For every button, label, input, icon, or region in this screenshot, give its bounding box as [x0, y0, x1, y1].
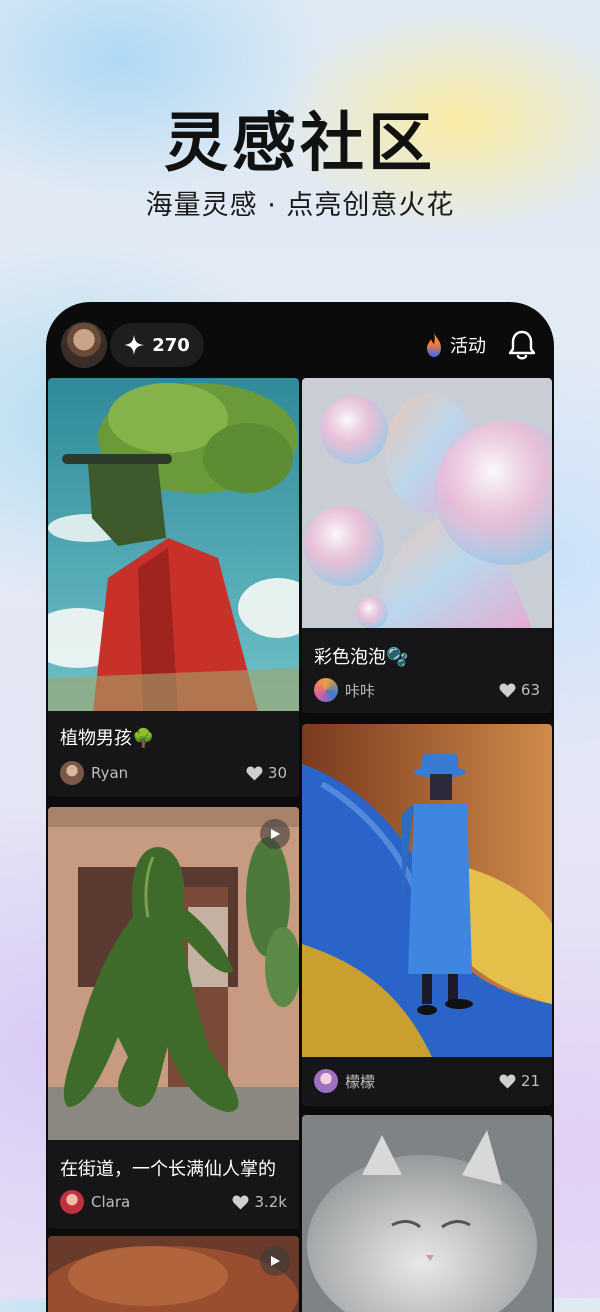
credits-count: 270 [152, 334, 190, 356]
feed-card-blue-man[interactable]: 檬檬 21 [302, 724, 552, 1106]
play-icon [271, 829, 280, 839]
card-image [302, 378, 552, 628]
activity-button[interactable]: 活动 [424, 329, 486, 361]
top-bar: 270 活动 [46, 302, 554, 378]
heart-icon [499, 1074, 516, 1088]
heart-icon [499, 683, 516, 697]
author-name: Ryan [91, 764, 129, 782]
card-title: 植物男孩🌳 [60, 728, 155, 749]
play-icon [271, 1256, 280, 1266]
hero-subtitle: 海量灵感 · 点亮创意火花 [145, 190, 455, 221]
flame-icon [427, 333, 441, 357]
card-image [48, 1236, 299, 1312]
author-avatar [314, 678, 338, 702]
app-screen: 270 活动 植物男孩🌳 Ryan 30 彩色泡泡🫧 咔咔 63 在街道，一个长… [46, 302, 554, 1312]
heart-icon [246, 766, 263, 780]
feed-card-partial[interactable] [48, 1236, 299, 1312]
feed-card-plant-boy[interactable]: 植物男孩🌳 Ryan 30 [48, 378, 299, 797]
author-avatar [60, 1190, 84, 1214]
feed-card-cactus[interactable]: 在街道，一个长满仙人掌的 Clara 3.2k [48, 807, 299, 1229]
user-avatar[interactable] [61, 322, 107, 368]
card-author[interactable]: Ryan [60, 760, 128, 786]
author-name: 檬檬 [345, 1072, 376, 1091]
video-indicator [260, 1246, 290, 1276]
heart-icon [232, 1195, 249, 1209]
like-count: 30 [267, 764, 287, 782]
sparkle-icon [124, 335, 145, 355]
card-title: 彩色泡泡🫧 [314, 647, 409, 668]
hero-title: 灵感社区 [164, 107, 436, 181]
like-count: 3.2k [254, 1193, 287, 1211]
bell-icon[interactable] [507, 329, 537, 361]
card-image [302, 724, 552, 1057]
card-author[interactable]: 咔咔 [314, 677, 375, 703]
credits-button[interactable]: 270 [110, 323, 204, 367]
like-count: 63 [520, 681, 540, 699]
like-button[interactable]: 30 [246, 760, 287, 786]
card-image [48, 378, 299, 711]
feed-card-cat[interactable] [302, 1115, 552, 1312]
author-avatar [60, 761, 84, 785]
author-name: 咔咔 [345, 681, 376, 700]
activity-label: 活动 [450, 336, 486, 357]
feed-card-bubbles[interactable]: 彩色泡泡🫧 咔咔 63 [302, 378, 552, 713]
card-title: 在街道，一个长满仙人掌的 [60, 1159, 276, 1180]
video-indicator [260, 819, 290, 849]
like-button[interactable]: 21 [499, 1068, 540, 1094]
like-count: 21 [520, 1072, 540, 1090]
card-image [48, 807, 299, 1140]
card-author[interactable]: Clara [60, 1189, 130, 1215]
author-avatar [314, 1069, 338, 1093]
author-name: Clara [91, 1193, 131, 1211]
like-button[interactable]: 3.2k [232, 1189, 287, 1215]
like-button[interactable]: 63 [499, 677, 540, 703]
card-author[interactable]: 檬檬 [314, 1068, 375, 1094]
card-image [302, 1115, 552, 1312]
